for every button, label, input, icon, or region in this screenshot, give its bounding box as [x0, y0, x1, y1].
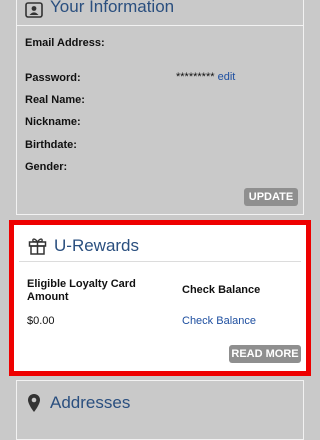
real-name-label: Real Name: — [25, 94, 85, 106]
password-edit-link[interactable]: edit — [218, 71, 236, 83]
addresses-header: Addresses — [17, 381, 303, 412]
check-balance-link[interactable]: Check Balance — [182, 315, 256, 327]
email-label: Email Address: — [25, 37, 105, 49]
u-rewards-highlight-frame: U-Rewards Eligible Loyalty Card Amount C… — [9, 220, 311, 376]
your-information-panel: Your Information Email Address: Password… — [16, 0, 304, 215]
addresses-title: Addresses — [50, 393, 131, 412]
your-information-title: Your Information — [50, 0, 175, 16]
u-rewards-header: U-Rewards — [19, 230, 301, 262]
password-value: ********* edit — [176, 71, 235, 83]
read-more-button[interactable]: READ MORE — [229, 345, 301, 363]
contact-card-icon — [25, 1, 43, 19]
u-rewards-panel: U-Rewards Eligible Loyalty Card Amount C… — [19, 230, 301, 366]
u-rewards-title: U-Rewards — [54, 236, 140, 255]
gender-label: Gender: — [25, 161, 68, 173]
loyalty-card-amount-header: Eligible Loyalty Card Amount — [27, 278, 136, 303]
addresses-panel: Addresses — [16, 380, 304, 440]
check-balance-header: Check Balance — [182, 284, 261, 296]
your-information-header: Your Information — [17, 0, 303, 26]
gift-icon — [28, 236, 47, 255]
password-label: Password: — [25, 72, 81, 84]
birthdate-label: Birthdate: — [25, 139, 77, 151]
nickname-label: Nickname: — [25, 116, 81, 128]
map-pin-icon — [27, 393, 45, 412]
password-mask: ********* — [176, 71, 215, 83]
update-button[interactable]: UPDATE — [244, 188, 298, 206]
loyalty-amount-value: $0.00 — [27, 315, 55, 327]
